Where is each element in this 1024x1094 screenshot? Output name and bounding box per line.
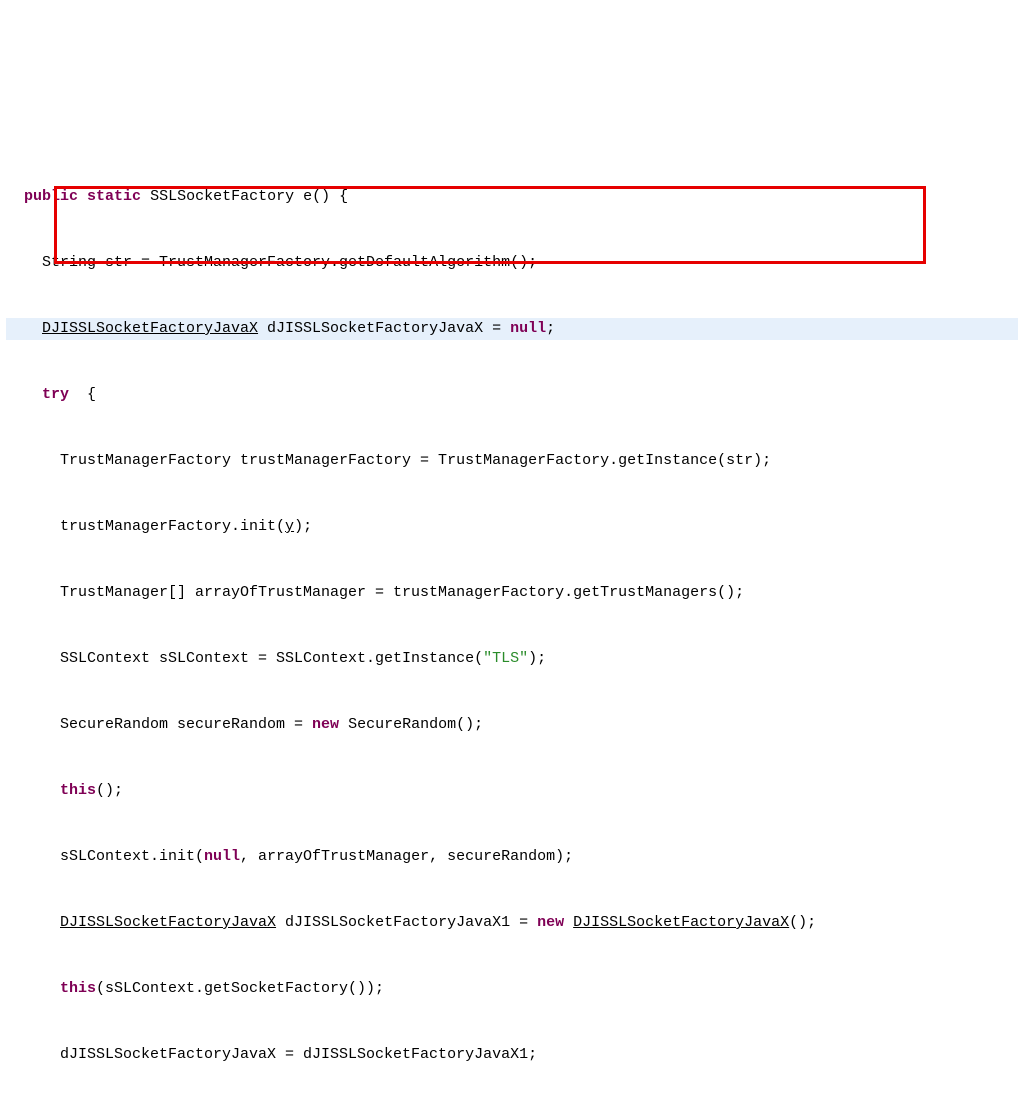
stmt: dJISSLSocketFactoryJavaX = dJISSLSocketF… xyxy=(60,1046,537,1063)
code-line: try { xyxy=(6,384,1018,406)
return-type: SSLSocketFactory xyxy=(150,188,294,205)
stmt: TrustManagerFactory trustManagerFactory … xyxy=(60,452,771,469)
txt: SSLContext sSLContext = SSLContext.getIn… xyxy=(60,650,483,667)
kw-this: this xyxy=(60,980,96,997)
kw-null: null xyxy=(510,320,546,337)
class-ref: DJISSLSocketFactoryJavaX xyxy=(573,914,789,931)
kw-this: this xyxy=(60,782,96,799)
stmt: String str = TrustManagerFactory.getDefa… xyxy=(42,254,537,271)
code-line: SSLContext sSLContext = SSLContext.getIn… xyxy=(6,648,1018,670)
code-line-highlighted: DJISSLSocketFactoryJavaX dJISSLSocketFac… xyxy=(6,318,1018,340)
txt: (sSLContext.getSocketFactory()); xyxy=(96,980,384,997)
txt: { xyxy=(69,386,96,403)
txt: sSLContext.init( xyxy=(60,848,204,865)
rest: () { xyxy=(312,188,348,205)
code-line: sSLContext.init(null, arrayOfTrustManage… xyxy=(6,846,1018,868)
kw-null: null xyxy=(204,848,240,865)
code-line: TrustManager[] arrayOfTrustManager = tru… xyxy=(6,582,1018,604)
code-line: public static SSLSocketFactory e() { xyxy=(6,186,1018,208)
kw-static: static xyxy=(87,188,141,205)
txt: dJISSLSocketFactoryJavaX1 = xyxy=(276,914,537,931)
txt: ); xyxy=(294,518,312,535)
txt: ); xyxy=(528,650,546,667)
class-ref: DJISSLSocketFactoryJavaX xyxy=(60,914,276,931)
code-line: trustManagerFactory.init(y); xyxy=(6,516,1018,538)
code-editor[interactable]: public static SSLSocketFactory e() { Str… xyxy=(6,98,1018,1094)
txt: SecureRandom secureRandom = xyxy=(60,716,312,733)
kw-try: try xyxy=(42,386,69,403)
string-literal: "TLS" xyxy=(483,650,528,667)
kw-new: new xyxy=(537,914,564,931)
code-line: this(sSLContext.getSocketFactory()); xyxy=(6,978,1018,1000)
txt: (); xyxy=(789,914,816,931)
txt: trustManagerFactory.init( xyxy=(60,518,285,535)
method-name: e xyxy=(303,188,312,205)
kw-public: public xyxy=(24,188,78,205)
txt: dJISSLSocketFactoryJavaX = xyxy=(258,320,510,337)
class-ref: DJISSLSocketFactoryJavaX xyxy=(42,320,258,337)
stmt: TrustManager[] arrayOfTrustManager = tru… xyxy=(60,584,744,601)
kw-new: new xyxy=(312,716,339,733)
txt: (); xyxy=(96,782,123,799)
code-line: dJISSLSocketFactoryJavaX = dJISSLSocketF… xyxy=(6,1044,1018,1066)
var-ref: y xyxy=(285,518,294,535)
code-line: DJISSLSocketFactoryJavaX dJISSLSocketFac… xyxy=(6,912,1018,934)
txt: , arrayOfTrustManager, secureRandom); xyxy=(240,848,573,865)
code-line: SecureRandom secureRandom = new SecureRa… xyxy=(6,714,1018,736)
txt xyxy=(564,914,573,931)
txt: ; xyxy=(546,320,555,337)
code-line: TrustManagerFactory trustManagerFactory … xyxy=(6,450,1018,472)
code-line: String str = TrustManagerFactory.getDefa… xyxy=(6,252,1018,274)
code-line: this(); xyxy=(6,780,1018,802)
txt: SecureRandom(); xyxy=(339,716,483,733)
